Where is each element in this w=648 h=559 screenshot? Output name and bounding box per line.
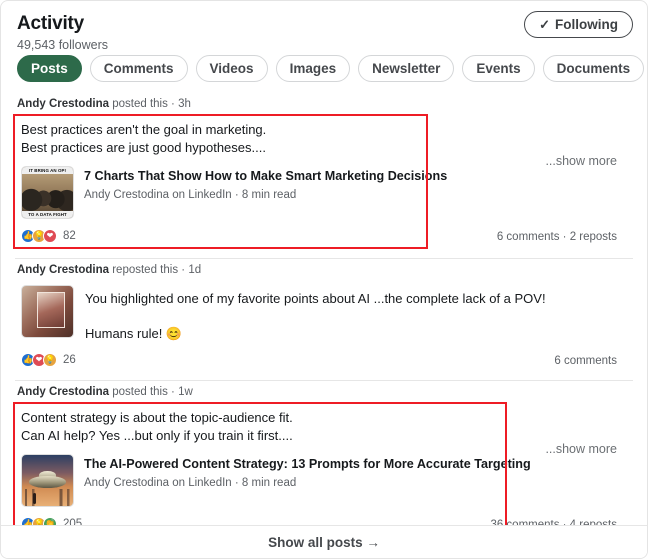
post-timestamp: 1w [178, 386, 193, 398]
tab-documents[interactable]: Documents [543, 55, 645, 82]
post-meta-separator: · [171, 98, 175, 110]
article-title[interactable]: The AI-Powered Content Strategy: 13 Prom… [84, 456, 531, 472]
post-reactions[interactable]: 👍 💡 ❤ 82 6 comments · 2 reposts [15, 219, 633, 249]
show-all-posts-link[interactable]: Show all posts → [268, 535, 380, 550]
post-item: Andy Crestodina reposted this · 1d You h… [1, 259, 647, 381]
insightful-icon: 💡 [43, 353, 57, 367]
post-meta: Andy Crestodina posted this · 1w [15, 381, 633, 402]
post-body-highlight: Content strategy is about the topic-audi… [15, 402, 633, 537]
reaction-count: 82 [63, 230, 76, 242]
post-item: Andy Crestodina posted this · 3h Best pr… [1, 93, 647, 259]
thumbnail-caption-top: IT BRING AN OP! [22, 167, 73, 174]
show-more-link[interactable]: ...show more [545, 442, 617, 456]
post-action: posted this [112, 386, 168, 398]
love-icon: ❤ [43, 229, 57, 243]
thumbnail-art [37, 292, 65, 328]
check-icon: ✓ [539, 18, 550, 31]
repost-thumbnail[interactable] [21, 285, 74, 338]
thumbnail-caption-bottom: TO A DATA FIGHT [22, 211, 73, 218]
activity-tabs: Posts Comments Videos Images Newsletter … [17, 55, 644, 82]
post-text-line-2: Can AI help? Yes ...but only if you trai… [21, 427, 631, 445]
article-text: 7 Charts That Show How to Make Smart Mar… [84, 166, 447, 203]
post-timestamp: 1d [188, 264, 201, 276]
follower-count: 49,543 followers [17, 37, 631, 53]
post-feed: Andy Crestodina posted this · 3h Best pr… [1, 93, 647, 537]
post-text-line-2: Humans rule! 😊 [85, 325, 546, 343]
following-button-label: Following [555, 17, 618, 32]
article-title[interactable]: 7 Charts That Show How to Make Smart Mar… [84, 168, 447, 184]
post-author[interactable]: Andy Crestodina [17, 98, 109, 110]
tab-images[interactable]: Images [276, 55, 351, 82]
tab-videos[interactable]: Videos [196, 55, 268, 82]
post-reactions[interactable]: 👍 ❤ 💡 26 6 comments [15, 343, 633, 373]
post-action: reposted this [112, 264, 178, 276]
repost-content: You highlighted one of my favorite point… [15, 280, 633, 343]
post-text-line-1: Content strategy is about the topic-audi… [21, 409, 631, 427]
tab-newsletter[interactable]: Newsletter [358, 55, 454, 82]
show-more-link[interactable]: ...show more [545, 154, 617, 168]
following-button[interactable]: ✓ Following [524, 11, 633, 38]
post-meta: Andy Crestodina posted this · 3h [15, 93, 633, 114]
post-text: Best practices aren't the goal in market… [15, 114, 633, 157]
thumbnail-art [22, 489, 73, 506]
tab-events[interactable]: Events [462, 55, 534, 82]
article-preview[interactable]: IT BRING AN OP! TO A DATA FIGHT 7 Charts… [15, 157, 633, 219]
post-meta-separator: · [171, 386, 175, 398]
engagement-count[interactable]: 6 comments · 2 reposts [497, 231, 617, 243]
thumbnail-figure [33, 493, 36, 504]
engagement-count[interactable]: 6 comments [554, 355, 617, 367]
article-text: The AI-Powered Content Strategy: 13 Prom… [84, 454, 531, 491]
post-item: Andy Crestodina posted this · 1w Content… [1, 381, 647, 537]
post-meta-separator: · [181, 264, 185, 276]
post-author[interactable]: Andy Crestodina [17, 264, 109, 276]
post-text-line-1: Best practices aren't the goal in market… [21, 121, 631, 139]
activity-card: Activity 49,543 followers ✓ Following Po… [0, 0, 648, 559]
post-text-line-1: You highlighted one of my favorite point… [85, 290, 546, 308]
card-footer: Show all posts → [1, 525, 647, 558]
article-thumbnail: IT BRING AN OP! TO A DATA FIGHT [21, 166, 74, 219]
reaction-count: 26 [63, 354, 76, 366]
tab-comments[interactable]: Comments [90, 55, 188, 82]
post-meta: Andy Crestodina reposted this · 1d [15, 259, 633, 280]
post-action: posted this [112, 98, 168, 110]
post-body: You highlighted one of my favorite point… [15, 280, 633, 373]
post-author[interactable]: Andy Crestodina [17, 386, 109, 398]
thumbnail-saucer [29, 476, 66, 487]
thumbnail-art [22, 174, 73, 211]
tab-posts[interactable]: Posts [17, 55, 82, 82]
article-preview[interactable]: The AI-Powered Content Strategy: 13 Prom… [15, 445, 633, 507]
article-subtitle: Andy Crestodina on LinkedIn · 8 min read [84, 476, 531, 491]
article-subtitle: Andy Crestodina on LinkedIn · 8 min read [84, 188, 447, 203]
post-text: Content strategy is about the topic-audi… [15, 402, 633, 445]
post-text-line-2: Best practices are just good hypotheses.… [21, 139, 631, 157]
post-text: You highlighted one of my favorite point… [85, 285, 546, 343]
article-thumbnail [21, 454, 74, 507]
post-body-highlight: Best practices aren't the goal in market… [15, 114, 633, 249]
post-timestamp: 3h [178, 98, 191, 110]
